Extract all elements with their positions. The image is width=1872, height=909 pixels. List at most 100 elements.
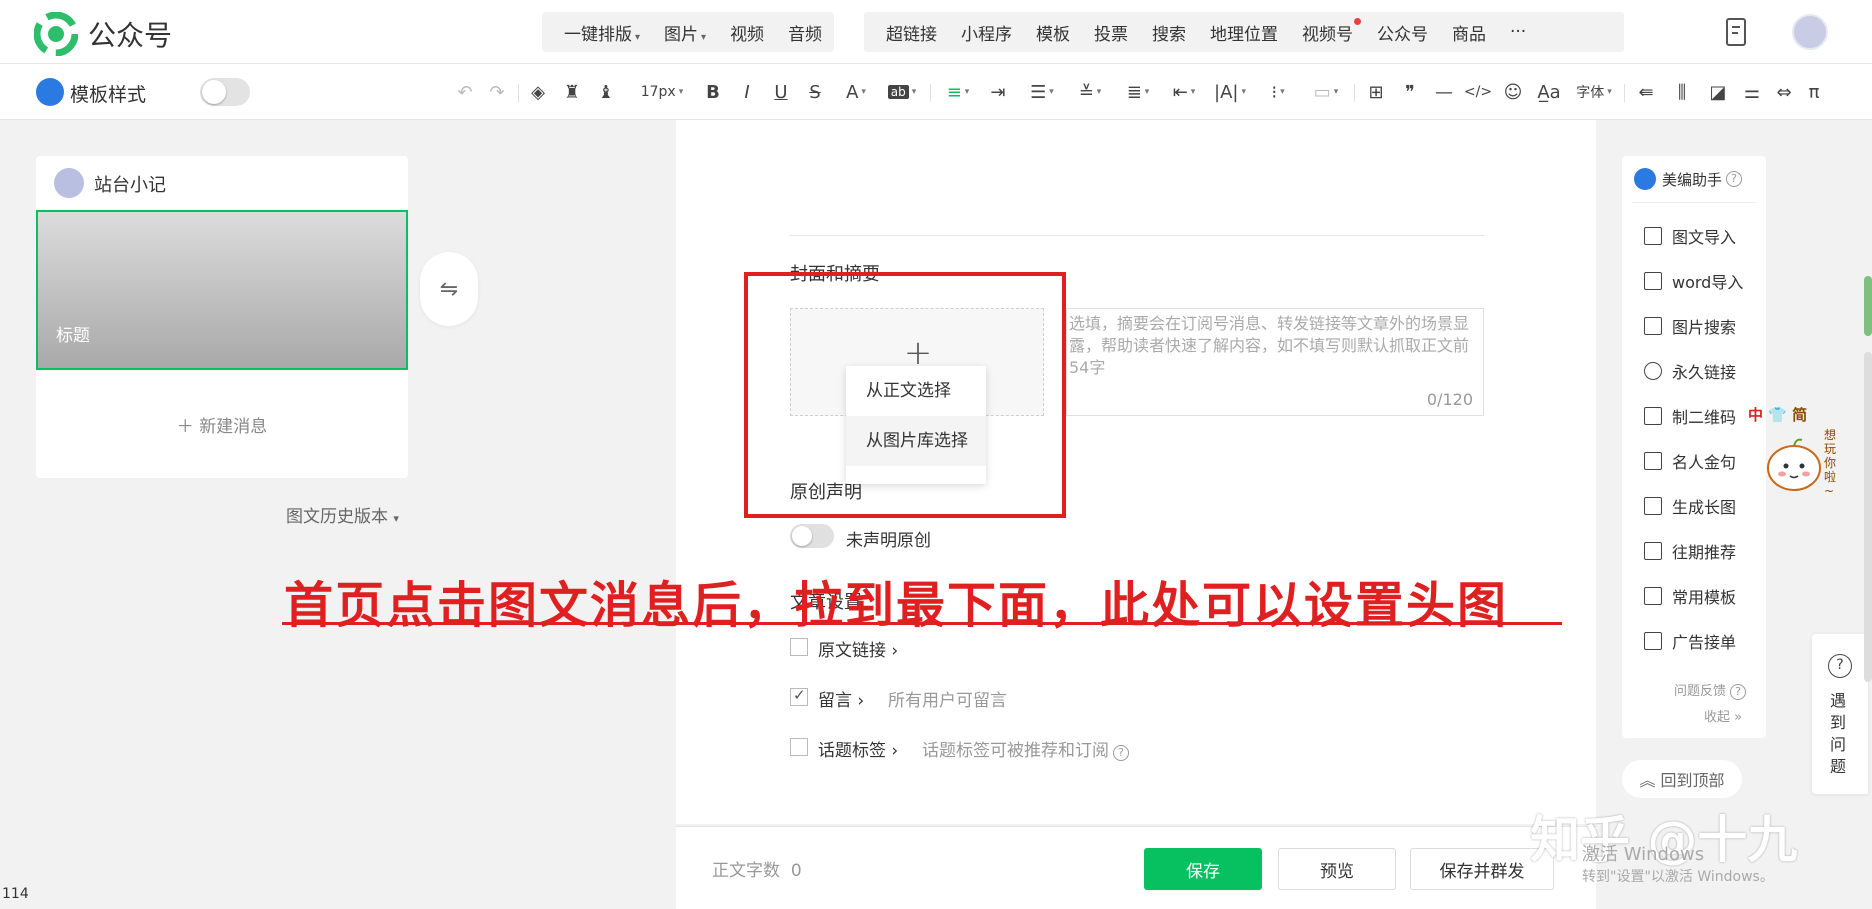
letter-spacing-button[interactable]: |A| ▾ (1212, 78, 1248, 106)
article-list-panel: 站台小记 标题 ＋ 新建消息 (36, 156, 408, 478)
settings-sliders-icon[interactable]: ⚌ (1740, 78, 1764, 106)
ad-order-item[interactable]: 广告接单 (1644, 629, 1736, 653)
original-declaration-label: 未声明原创 (846, 531, 931, 551)
vertical-align-button[interactable]: ≚ ▾ (1072, 78, 1108, 106)
menu-hyperlink[interactable]: 超链接 (886, 20, 937, 45)
quote-icon[interactable]: ❞ (1398, 78, 1422, 106)
code-icon[interactable]: </> (1464, 78, 1492, 106)
menu-video[interactable]: 视频 (730, 20, 764, 45)
famous-quotes-item[interactable]: 名人金句 (1644, 449, 1736, 473)
indent-decrease-icon[interactable]: ⇚ (1634, 78, 1658, 106)
table-icon[interactable]: ⊞ (1364, 78, 1388, 106)
editor-toolbar: 模板样式 ↶ ↷ ◈ ♜ ♝ 17px ▾ B I U S A ▾ ab ▾ ≡ ▾ ⇥… (0, 64, 1872, 120)
permanent-link-item[interactable]: 永久链接 (1644, 359, 1736, 383)
formula-icon[interactable]: π (1802, 78, 1826, 106)
chart-icon[interactable]: ◪ (1706, 78, 1730, 106)
qr-code-icon (1644, 407, 1662, 425)
original-link-label[interactable]: 原文链接 › (818, 636, 898, 661)
menu-more[interactable]: ··· (1510, 22, 1526, 42)
original-link-checkbox[interactable] (790, 638, 808, 656)
toolbar-divider (518, 84, 519, 102)
font-color-button[interactable]: A ▾ (838, 78, 874, 106)
eraser-icon[interactable]: ◈ (526, 78, 550, 106)
menu-audio[interactable]: 音频 (788, 20, 822, 45)
insert-menu-group-2: 超链接 小程序 模板 投票 搜索 地理位置 视频号 公众号 商品 ··· (864, 12, 1624, 52)
help-icon[interactable]: ? (1113, 745, 1129, 761)
ad-icon (1644, 632, 1662, 650)
image-search-item[interactable]: 图片搜索 (1644, 314, 1736, 338)
clear-format-icon[interactable]: ♝ (594, 78, 618, 106)
redo-icon[interactable]: ↷ (486, 78, 508, 106)
template-style-icon (36, 78, 64, 106)
template-style-toggle[interactable] (200, 78, 250, 106)
arrows-icon[interactable]: ⇔ (1772, 78, 1796, 106)
topic-tag-checkbox[interactable] (790, 738, 808, 756)
scrollbar-thumb[interactable] (1864, 276, 1872, 336)
user-avatar[interactable] (1792, 14, 1828, 50)
undo-icon[interactable]: ↶ (454, 78, 476, 106)
sticker-label: 中 👕 简 (1748, 406, 1808, 424)
menu-image[interactable]: 图片 ▾ (664, 20, 706, 45)
menu-official-account[interactable]: 公众号 (1377, 20, 1428, 45)
long-image-item[interactable]: 生成长图 (1644, 494, 1736, 518)
history-version-dropdown[interactable]: 图文历史版本 ▾ (286, 502, 399, 527)
new-message-button[interactable]: ＋ 新建消息 (36, 412, 408, 437)
topic-tag-description: 话题标签可被推荐和订阅? (922, 736, 1129, 761)
line-height-button[interactable]: ≣ ▾ (1120, 78, 1156, 106)
menu-template[interactable]: 模板 (1036, 20, 1070, 45)
help-side-button[interactable]: ? 遇到问题 (1812, 634, 1868, 794)
menu-vote[interactable]: 投票 (1094, 20, 1128, 45)
comment-checkbox[interactable] (790, 686, 808, 706)
shirt-icon: 👕 (1768, 406, 1787, 424)
menu-search[interactable]: 搜索 (1152, 20, 1186, 45)
qr-code-item[interactable]: 制二维码 (1644, 404, 1736, 428)
original-declaration-toggle[interactable] (790, 524, 834, 548)
menu-product[interactable]: 商品 (1452, 20, 1486, 45)
help-icon[interactable]: ? (1726, 171, 1743, 187)
wechat-official-logo-icon[interactable] (34, 12, 78, 56)
word-import-item[interactable]: word导入 (1644, 269, 1743, 293)
menu-mini-program[interactable]: 小程序 (961, 20, 1012, 45)
menu-location[interactable]: 地理位置 (1210, 20, 1278, 45)
windows-activation-subtext: 转到"设置"以激活 Windows。 (1582, 869, 1774, 885)
italic-button[interactable]: I (736, 78, 758, 106)
import-article-item[interactable]: 图文导入 (1644, 224, 1736, 248)
summary-textarea[interactable]: 选填，摘要会在订阅号消息、转发链接等文章外的场景显露，帮助读者快速了解内容，如不… (1066, 308, 1484, 416)
article-card[interactable]: 标题 (36, 210, 408, 370)
indent-list-button[interactable]: ⇤ ▾ (1166, 78, 1202, 106)
paragraph-spacing-button[interactable]: ☰ ▾ (1024, 78, 1060, 106)
background-color-button[interactable]: ab ▾ (882, 78, 922, 106)
font-size-select[interactable]: 17px ▾ (636, 78, 688, 106)
double-chevron-right-icon: » (1734, 710, 1743, 725)
document-icon[interactable] (1722, 16, 1750, 48)
menu-one-key-layout[interactable]: 一键排版 ▾ (564, 20, 640, 45)
plus-icon: ＋ (176, 417, 200, 437)
font-style-icon[interactable]: A̲a (1536, 78, 1562, 106)
common-template-item[interactable]: 常用模板 (1644, 584, 1736, 608)
format-brush-icon[interactable]: ♜ (560, 78, 584, 106)
indent-icon[interactable]: ⇥ (986, 78, 1010, 106)
strikethrough-button[interactable]: S (804, 78, 826, 106)
back-to-top-button[interactable]: ︽ 回到顶部 (1622, 760, 1742, 798)
feedback-link[interactable]: 问题反馈? (1674, 680, 1747, 700)
preview-button[interactable]: 预览 (1278, 848, 1396, 890)
topic-tag-label[interactable]: 话题标签 › (818, 736, 898, 761)
font-family-select[interactable]: 字体 ▾ (1572, 78, 1616, 106)
menu-channels[interactable]: 视频号 (1302, 17, 1361, 45)
columns-icon[interactable]: ⫼ (1670, 78, 1694, 106)
help-side-text: 遇到问题 (1830, 691, 1847, 776)
swap-icon[interactable]: ⇋ (420, 252, 478, 326)
underline-button[interactable]: U (770, 78, 792, 106)
collapse-link[interactable]: 收起 » (1704, 706, 1742, 725)
align-left-button[interactable]: ≡ ▾ (940, 78, 976, 106)
article-title: 标题 (56, 326, 90, 346)
save-button[interactable]: 保存 (1144, 848, 1262, 890)
comment-label[interactable]: 留言 › (818, 686, 864, 711)
horizontal-rule-icon[interactable]: — (1432, 78, 1456, 106)
bold-button[interactable]: B (702, 78, 724, 106)
past-recommend-item[interactable]: 往期推荐 (1644, 539, 1736, 563)
disabled-table-button: ▭ ▾ (1313, 81, 1339, 103)
bullet-list-button[interactable]: ⁝ ▾ (1260, 78, 1296, 106)
emoji-icon[interactable]: ☺ (1500, 78, 1526, 106)
scrollbar-track[interactable] (1864, 352, 1872, 682)
